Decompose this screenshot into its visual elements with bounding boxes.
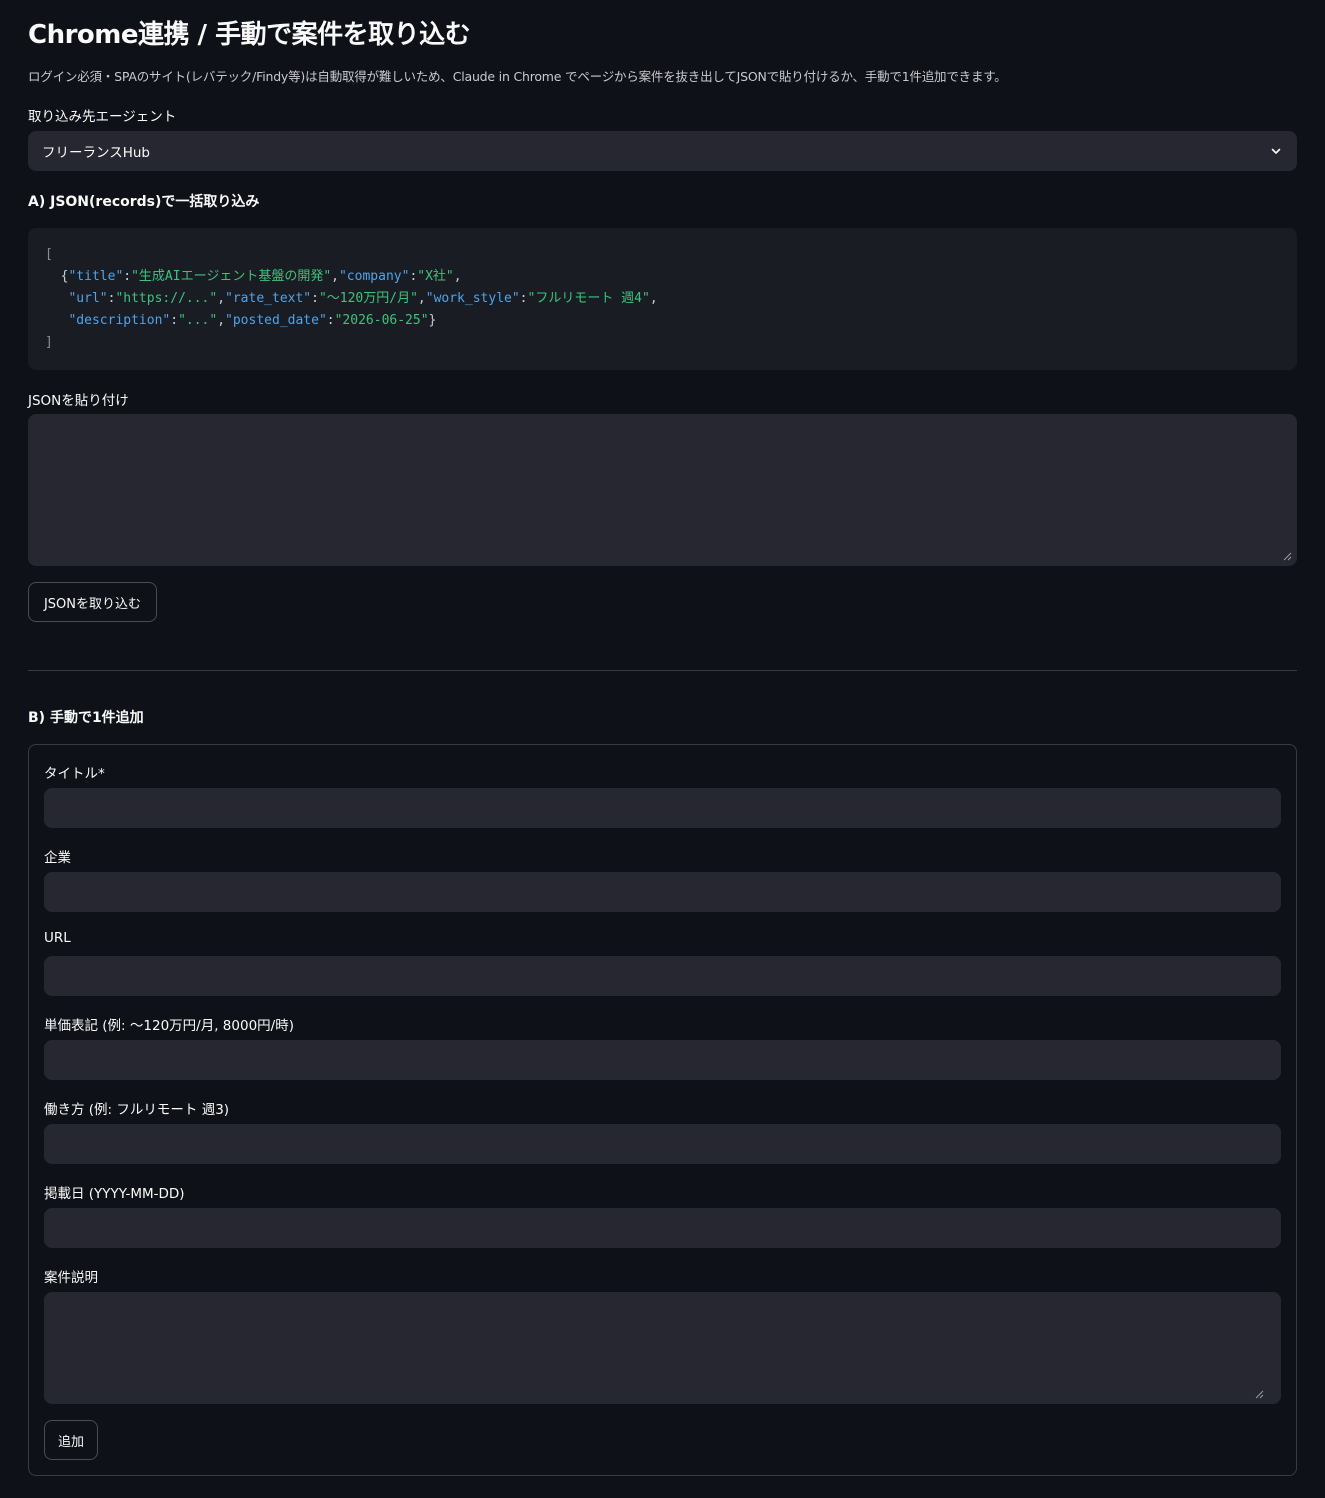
code-json-punct: , — [217, 291, 226, 306]
url-field-label: URL — [44, 930, 71, 946]
code-json-punct: : — [170, 313, 179, 328]
code-json-punct: } — [428, 313, 437, 328]
import-json-button[interactable]: JSONを取り込む — [28, 582, 157, 622]
code-json-key: "rate_text" — [225, 291, 312, 306]
json-sample-code: [ {"title":"生成AIエージェント基盤の開発","company":"… — [28, 228, 1297, 370]
resize-grip-icon[interactable] — [1282, 551, 1292, 561]
page-caption: ログイン必須・SPAのサイト(レバテック/Findy等)は自動取得が難しいため、… — [28, 69, 1007, 84]
resize-grip-icon[interactable] — [1254, 1389, 1264, 1399]
code-json-punct: , — [649, 291, 658, 306]
code-json-punct: : — [311, 291, 319, 306]
code-json-punct: : — [326, 313, 335, 328]
agent-select-label: 取り込み先エージェント — [28, 109, 177, 125]
work-style-field-label: 働き方 (例: フルリモート 週3) — [44, 1102, 230, 1118]
code-json-punct: : — [123, 269, 132, 284]
json-paste-textarea[interactable] — [28, 414, 1297, 566]
agent-select-value: フリーランスHub — [42, 145, 151, 161]
section-a-heading: A) JSON(records)で一括取り込み — [28, 194, 260, 210]
code-json-string: "https://..." — [115, 291, 218, 306]
code-json-string: "〜120万円/月" — [318, 291, 418, 306]
code-close-bracket: ] — [45, 335, 53, 350]
code-json-punct: , — [453, 269, 462, 284]
code-json-punct: , — [331, 269, 339, 284]
code-line-1: {"title":"生成AIエージェント基盤の開発","company":"X社… — [61, 269, 462, 284]
code-json-string: "X社" — [417, 269, 454, 284]
code-json-key: "description" — [68, 313, 171, 328]
page-title: Chrome連携 / 手動で案件を取り込む — [28, 20, 471, 50]
code-json-string: "フルリモート 週4" — [527, 291, 650, 306]
description-textarea[interactable] — [44, 1292, 1281, 1404]
url-input[interactable] — [44, 956, 1281, 996]
title-field-label: タイトル* — [44, 766, 105, 782]
code-json-string: "生成AIエージェント基盤の開発" — [131, 269, 332, 284]
add-button[interactable]: 追加 — [44, 1420, 98, 1460]
code-json-key: "posted_date" — [225, 313, 327, 328]
title-input[interactable] — [44, 788, 1281, 828]
code-json-key: "title" — [68, 269, 124, 284]
code-json-punct: , — [217, 313, 226, 328]
code-json-key: "work_style" — [425, 291, 520, 306]
code-json-key: "url" — [68, 291, 108, 306]
company-input[interactable] — [44, 872, 1281, 912]
rate-input[interactable] — [44, 1040, 1281, 1080]
agent-select[interactable]: フリーランスHub — [28, 131, 1297, 171]
company-field-label: 企業 — [44, 850, 71, 866]
chevron-down-icon — [1271, 148, 1281, 154]
code-line-2: "url":"https://...","rate_text":"〜120万円/… — [68, 291, 657, 306]
section-b-heading: B) 手動で1件追加 — [28, 710, 144, 726]
rate-field-label: 単価表記 (例: 〜120万円/月, 8000円/時) — [44, 1018, 294, 1034]
posted-date-field-label: 掲載日 (YYYY-MM-DD) — [44, 1186, 185, 1202]
code-json-string: "..." — [178, 313, 218, 328]
description-field-label: 案件説明 — [44, 1270, 98, 1286]
json-paste-label: JSONを貼り付け — [28, 393, 129, 409]
code-open-bracket: [ — [45, 247, 53, 262]
code-json-punct: , — [417, 291, 426, 306]
section-divider — [28, 670, 1297, 671]
posted-date-input[interactable] — [44, 1208, 1281, 1248]
manual-add-form: タイトル* 企業 URL 単価表記 (例: 〜120万円/月, 8000円/時)… — [28, 744, 1297, 1476]
work-style-input[interactable] — [44, 1124, 1281, 1164]
code-json-key: "company" — [338, 269, 410, 284]
code-json-punct: : — [519, 291, 528, 306]
code-json-string: "2026-06-25" — [334, 313, 429, 328]
code-line-3: "description":"...","posted_date":"2026-… — [68, 313, 436, 328]
